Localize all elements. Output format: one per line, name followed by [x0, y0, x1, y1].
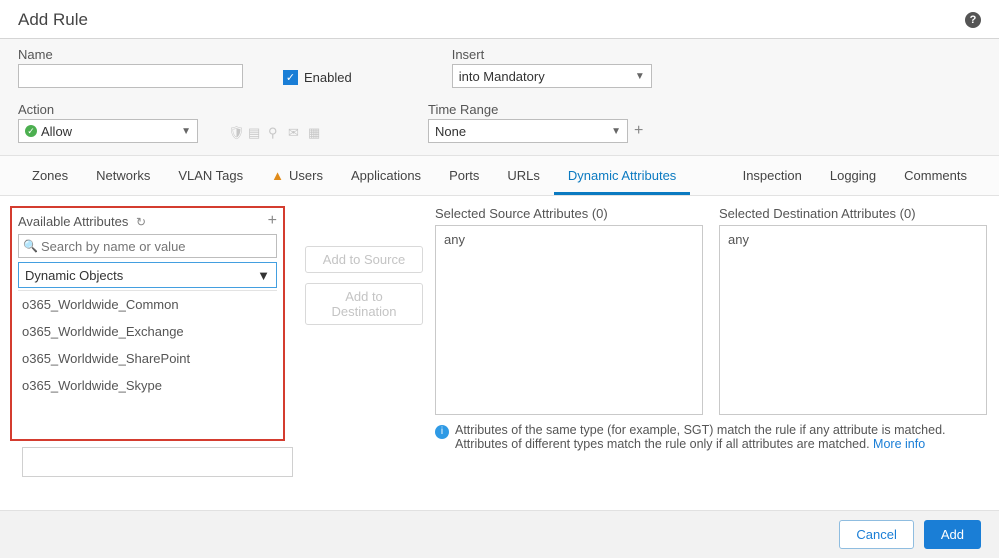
- dialog-title: Add Rule: [18, 10, 88, 30]
- tab-applications[interactable]: Applications: [337, 156, 435, 195]
- tab-vlan-tags[interactable]: VLAN Tags: [164, 156, 257, 195]
- allow-icon: ✓: [25, 125, 37, 137]
- selected-destination-value: any: [728, 232, 749, 247]
- available-title: Available Attributes: [18, 214, 128, 229]
- file-icon: ▤: [248, 125, 262, 139]
- time-range-label: Time Range: [428, 102, 643, 117]
- tab-urls[interactable]: URLs: [493, 156, 554, 195]
- attributes-hint: i Attributes of the same type (for examp…: [435, 423, 987, 451]
- selected-source-box[interactable]: any: [435, 225, 703, 415]
- attribute-option[interactable]: o365_Worldwide_Exchange: [18, 318, 277, 345]
- tab-comments[interactable]: Comments: [890, 156, 981, 195]
- attribute-type-value: Dynamic Objects: [25, 268, 123, 283]
- search-icon: 🔍: [23, 239, 38, 253]
- attribute-search-input[interactable]: [18, 234, 277, 258]
- add-button[interactable]: Add: [924, 520, 981, 549]
- cancel-button[interactable]: Cancel: [839, 520, 913, 549]
- add-to-destination-button[interactable]: Add to Destination: [305, 283, 423, 325]
- list-icon: ▦: [308, 125, 322, 139]
- tab-networks[interactable]: Networks: [82, 156, 164, 195]
- refresh-icon[interactable]: ↻: [136, 215, 146, 229]
- tab-dynamic-attributes[interactable]: Dynamic Attributes: [554, 156, 690, 195]
- action-value: Allow: [41, 124, 72, 139]
- selected-destination-box[interactable]: any: [719, 225, 987, 415]
- action-select[interactable]: ✓ Allow ▼: [18, 119, 198, 143]
- action-label: Action: [18, 102, 198, 117]
- attribute-type-select[interactable]: Dynamic Objects ▼: [18, 262, 277, 288]
- add-time-range-icon[interactable]: +: [634, 122, 643, 140]
- mail-icon: ✉: [288, 125, 302, 139]
- chevron-down-icon: ▼: [257, 268, 270, 283]
- available-attributes-panel: Available Attributes ↻ + 🔍 Dynamic Objec…: [10, 206, 285, 441]
- insert-select[interactable]: into Mandatory ▼: [452, 64, 652, 88]
- time-range-select[interactable]: None ▼: [428, 119, 628, 143]
- tab-ports[interactable]: Ports: [435, 156, 493, 195]
- help-icon[interactable]: ?: [965, 12, 981, 28]
- add-to-source-button[interactable]: Add to Source: [305, 246, 423, 273]
- add-attribute-icon[interactable]: +: [268, 212, 277, 230]
- more-info-link[interactable]: More info: [873, 437, 925, 451]
- person-icon: ⚲: [268, 125, 282, 139]
- chevron-down-icon: ▼: [181, 126, 191, 137]
- selected-source-value: any: [444, 232, 465, 247]
- hint-text: Attributes of the same type (for example…: [455, 423, 946, 451]
- attribute-option[interactable]: o365_Worldwide_Skype: [18, 372, 277, 399]
- insert-value: into Mandatory: [459, 69, 545, 84]
- enabled-label: Enabled: [304, 70, 352, 85]
- tab-users[interactable]: ▲Users: [257, 156, 337, 195]
- chevron-down-icon: ▼: [635, 71, 645, 82]
- info-icon: i: [435, 425, 449, 439]
- shield-icon: 🛡: [228, 125, 242, 139]
- chevron-down-icon: ▼: [611, 126, 621, 137]
- tab-zones[interactable]: Zones: [18, 156, 82, 195]
- attribute-option[interactable]: o365_Worldwide_Common: [18, 291, 277, 318]
- available-extra-box: [22, 447, 293, 477]
- tab-logging[interactable]: Logging: [816, 156, 890, 195]
- rule-tabs: ZonesNetworksVLAN Tags▲UsersApplications…: [0, 155, 999, 196]
- selected-source-title: Selected Source Attributes (0): [435, 206, 703, 221]
- time-range-value: None: [435, 124, 466, 139]
- insert-label: Insert: [452, 47, 652, 62]
- enabled-checkbox[interactable]: ✓: [283, 70, 298, 85]
- tab-inspection[interactable]: Inspection: [729, 156, 816, 195]
- selected-destination-title: Selected Destination Attributes (0): [719, 206, 987, 221]
- name-label: Name: [18, 47, 243, 62]
- attribute-option[interactable]: o365_Worldwide_SharePoint: [18, 345, 277, 372]
- name-input[interactable]: [18, 64, 243, 88]
- warning-icon: ▲: [271, 168, 284, 183]
